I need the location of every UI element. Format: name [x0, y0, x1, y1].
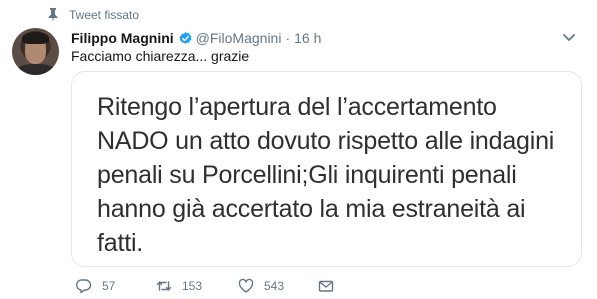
direct-message-button[interactable]	[318, 278, 334, 294]
avatar[interactable]	[12, 28, 59, 75]
reply-icon	[76, 279, 92, 294]
chevron-down-icon[interactable]	[563, 34, 575, 42]
pinned-label: Tweet fissato	[69, 8, 140, 22]
tweet-timestamp[interactable]: 16 h	[294, 30, 321, 46]
reply-count: 57	[102, 279, 116, 293]
verified-badge-icon	[179, 31, 192, 44]
envelope-icon	[318, 280, 334, 292]
tweet-text: Facciamo chiarezza... grazie	[71, 48, 250, 64]
like-count: 543	[264, 279, 285, 293]
reply-button[interactable]: 57	[76, 278, 156, 294]
separator-dot: ·	[285, 30, 291, 46]
like-button[interactable]: 543	[238, 278, 318, 294]
retweet-button[interactable]: 153	[156, 278, 238, 294]
author-handle[interactable]: @FiloMagnini	[196, 30, 282, 46]
pin-icon	[48, 8, 58, 22]
image-text: Ritengo l’apertura del l’accertamento NA…	[97, 93, 555, 257]
retweet-icon	[156, 281, 172, 291]
tweet-image-card[interactable]: Ritengo l’apertura del l’accertamento NA…	[71, 71, 582, 267]
pinned-tweet-header: Tweet fissato	[47, 8, 139, 22]
retweet-count: 153	[182, 279, 203, 293]
tweet-actions: 57 153 543	[76, 278, 334, 294]
author-name[interactable]: Filippo Magnini	[71, 30, 174, 46]
tweet-header: Filippo Magnini @FiloMagnini · 16 h	[71, 30, 321, 46]
heart-icon	[238, 278, 254, 293]
